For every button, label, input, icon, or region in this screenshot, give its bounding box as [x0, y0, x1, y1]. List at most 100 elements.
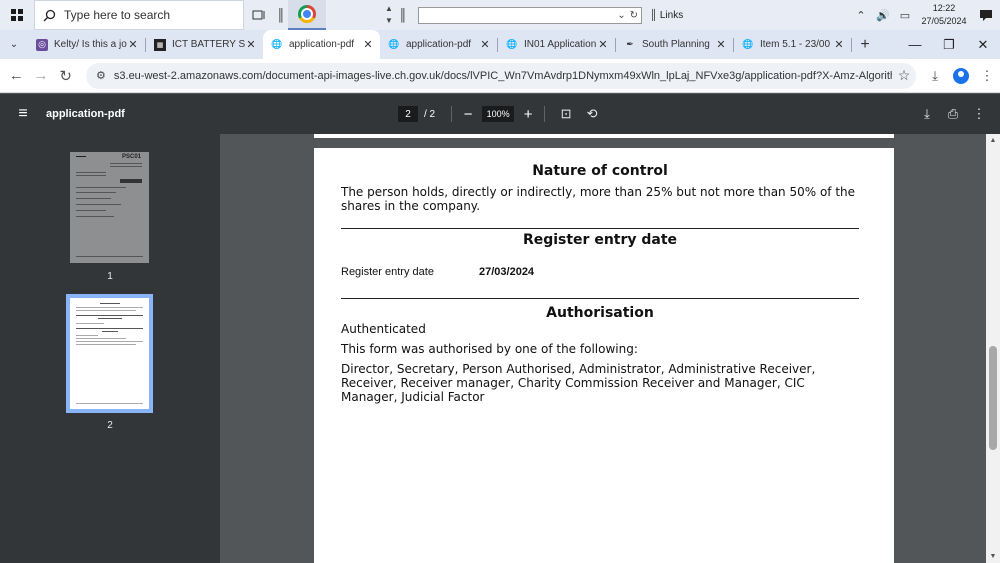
profile-avatar-icon [953, 67, 970, 84]
chevron-down-icon[interactable]: ▼ [385, 15, 393, 27]
more-options-icon[interactable]: ⋮ [966, 106, 992, 122]
url-input[interactable]: ⚙ s3.eu-west-2.amazonaws.com/document-ap… [86, 62, 917, 89]
close-window-icon[interactable]: ✕ [966, 30, 1000, 59]
bookmark-star-icon[interactable]: ☆ [892, 67, 916, 84]
page-thumbnail-2[interactable] [66, 294, 153, 413]
zoom-in-icon[interactable]: + [520, 106, 536, 123]
close-icon[interactable]: ✕ [597, 38, 609, 51]
tab-application-pdf[interactable]: 🌐 application-pdf ✕ [380, 30, 497, 59]
close-icon[interactable]: ✕ [833, 38, 845, 51]
thumbnail-label-1: 1 [107, 271, 113, 282]
start-button[interactable] [0, 0, 34, 30]
previous-page-edge [314, 134, 894, 138]
profile-button[interactable] [948, 67, 974, 84]
chrome-taskbar-button[interactable] [288, 0, 326, 30]
taskbar-search-box[interactable]: Type here to search [34, 0, 244, 30]
globe-icon: 🌐 [506, 39, 518, 49]
tab-south-planning[interactable]: ✒ South Planning ✕ [616, 30, 733, 59]
tab-title: IN01 Application [524, 39, 597, 50]
tab-title: South Planning [642, 39, 710, 50]
close-icon[interactable]: ✕ [479, 38, 491, 51]
tab-title: ICT BATTERY STO [172, 39, 245, 50]
download-icon[interactable]: ⤓ [922, 68, 948, 84]
notification-icon[interactable] [972, 9, 1000, 22]
pdf-viewer[interactable]: Nature of control The person holds, dire… [220, 134, 986, 563]
rotate-icon[interactable]: ⟲ [579, 106, 605, 122]
browser-tab-strip: ⌄ ◎ Kelty/ Is this a jo ✕ ▦ ICT BATTERY … [0, 30, 1000, 59]
authorisation-roles: Director, Secretary, Person Authorised, … [341, 362, 816, 404]
chevron-up-tray-icon[interactable]: ⌃ [850, 9, 872, 22]
links-label: Links [659, 9, 684, 21]
site-icon: ▦ [154, 38, 166, 51]
tab-application-pdf-active[interactable]: 🌐 application-pdf ✕ [263, 30, 380, 59]
scroll-down-arrow-icon[interactable]: ▼ [986, 553, 1000, 560]
tab-kelty[interactable]: ◎ Kelty/ Is this a jo ✕ [28, 30, 145, 59]
volume-icon[interactable]: 🔊 [872, 9, 894, 22]
close-icon[interactable]: ✕ [127, 38, 139, 51]
scroll-up-arrow-icon[interactable]: ▲ [986, 137, 1000, 144]
chevron-up-icon[interactable]: ▲ [385, 3, 393, 15]
close-icon[interactable]: ✕ [245, 38, 257, 51]
toolbar-scroll-arrows[interactable]: ▲ ▼ [382, 3, 396, 27]
task-view-icon[interactable] [244, 0, 274, 30]
windows-logo-icon [11, 9, 23, 21]
tab-item-5-1[interactable]: 🌐 Item 5.1 - 23/00 ✕ [734, 30, 851, 59]
new-tab-button[interactable]: + [852, 30, 878, 59]
vertical-scrollbar[interactable]: ▲ ▼ [986, 134, 1000, 563]
thumbnail-header: PSC01 [121, 154, 141, 160]
nature-of-control-text: The person holds, directly or indirectly… [341, 185, 856, 213]
page-thumbnail-1[interactable]: PSC01 [70, 152, 149, 263]
url-text: s3.eu-west-2.amazonaws.com/document-api-… [113, 69, 893, 82]
search-icon [43, 9, 56, 21]
site-icon: ◎ [36, 38, 48, 51]
toolbar-handle-icon: ║ [398, 8, 408, 22]
register-entry-heading: Register entry date [522, 232, 678, 248]
authorisation-heading: Authorisation [546, 305, 654, 321]
back-arrow-icon[interactable]: ← [4, 59, 29, 93]
tab-in01-application[interactable]: 🌐 IN01 Application ✕ [498, 30, 615, 59]
nature-of-control-heading: Nature of control [532, 163, 668, 179]
register-entry-row: Register entry date 27/03/2024 [341, 266, 859, 278]
thumbnail-sidebar: PSC01 1 2 [0, 134, 220, 563]
tab-title: application-pdf [289, 39, 355, 50]
download-icon[interactable]: ⤓ [914, 106, 940, 122]
clock[interactable]: 12:22 27/05/2024 [916, 2, 972, 28]
clock-date: 27/05/2024 [921, 16, 967, 26]
globe-icon: 🌐 [388, 39, 400, 49]
restore-icon[interactable]: ❐ [932, 30, 966, 59]
pdf-page: Nature of control The person holds, dire… [314, 148, 894, 563]
page-number-input[interactable]: 2 [398, 106, 418, 122]
scrollbar-thumb[interactable] [989, 346, 997, 450]
forward-arrow-icon[interactable]: → [29, 59, 54, 93]
section-divider [341, 298, 859, 299]
taskbar-address-toolbar[interactable]: ⌄ ↻ [418, 6, 642, 24]
tab-ict-battery[interactable]: ▦ ICT BATTERY STO ✕ [146, 30, 263, 59]
section-divider [341, 228, 859, 229]
tab-search-icon[interactable]: ⌄ [0, 30, 28, 59]
taskbar-separator-icon: ║ [276, 8, 286, 22]
clock-time: 12:22 [932, 3, 956, 13]
tab-title: Kelty/ Is this a jo [54, 39, 127, 50]
pdf-toolbar: ≡ application-pdf 2 / 2 − 100% + ⊡ ⟲ ⤓ ⎙… [0, 94, 1000, 134]
register-entry-label: Register entry date [341, 266, 434, 278]
print-icon[interactable]: ⎙ [940, 106, 966, 122]
fit-to-page-icon[interactable]: ⊡ [553, 106, 579, 122]
dropdown-arrow-icon[interactable]: ⌄ [617, 10, 625, 21]
reload-icon[interactable]: ↻ [53, 59, 78, 93]
battery-icon[interactable]: ▭ [894, 9, 916, 22]
taskbar-search-placeholder: Type here to search [64, 8, 171, 22]
authorisation-intro: This form was authorised by one of the f… [341, 342, 638, 356]
refresh-icon[interactable]: ↻ [630, 10, 638, 21]
register-entry-value: 27/03/2024 [479, 266, 535, 278]
close-icon[interactable]: ✕ [715, 38, 727, 51]
site-info-icon[interactable]: ⚙ [96, 69, 106, 82]
links-toolbar[interactable]: ║ Links [650, 10, 683, 21]
zoom-level-input[interactable]: 100% [482, 106, 515, 122]
browser-menu-icon[interactable]: ⋮ [974, 68, 1000, 84]
minimize-icon[interactable]: — [898, 30, 932, 59]
hamburger-menu-icon[interactable]: ≡ [0, 105, 46, 123]
zoom-out-icon[interactable]: − [460, 106, 476, 123]
chrome-icon [298, 5, 316, 23]
close-icon[interactable]: ✕ [362, 38, 374, 51]
globe-icon: 🌐 [742, 39, 754, 49]
